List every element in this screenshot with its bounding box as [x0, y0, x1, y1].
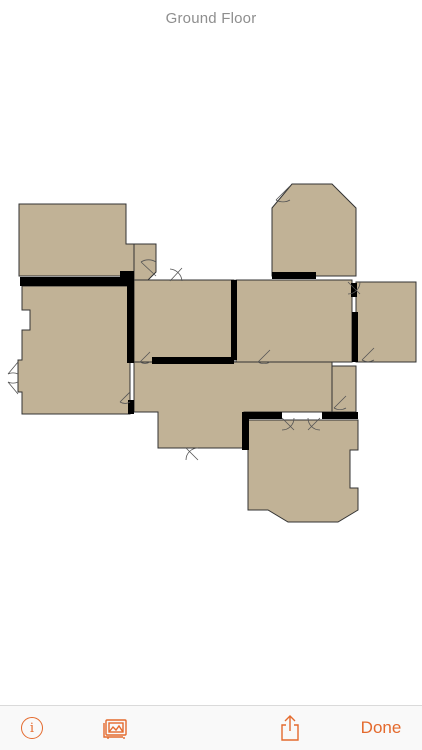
room-left-large[interactable] [17, 285, 131, 415]
room-center-upper[interactable] [133, 279, 235, 363]
room-far-right[interactable] [355, 281, 417, 363]
bottom-toolbar: i Done [0, 705, 422, 750]
gallery-button[interactable] [96, 706, 136, 750]
photo-gallery-icon [103, 719, 127, 739]
info-circle-icon: i [21, 717, 43, 739]
wall-left-horizontal [20, 277, 134, 286]
info-button[interactable]: i [14, 706, 50, 750]
room-octagon-top[interactable] [271, 183, 357, 277]
wall-center-lower [128, 400, 134, 414]
wall-center-split [231, 280, 237, 360]
door-left-outer-bottom[interactable] [7, 381, 19, 395]
room-top-left[interactable] [18, 203, 135, 277]
door-left-outer-top[interactable] [7, 361, 19, 375]
wall-hall-top [152, 357, 234, 364]
wall-bay-top-right [322, 412, 358, 419]
floor-plan[interactable] [0, 0, 422, 700]
share-icon [281, 715, 299, 741]
room-closet-top[interactable] [133, 243, 157, 281]
room-bay-bottom[interactable] [247, 419, 359, 523]
wall-bay-top-left [242, 412, 282, 419]
room-right-upper[interactable] [235, 279, 353, 363]
wall-left-stub [120, 271, 134, 279]
done-button[interactable]: Done [352, 706, 410, 750]
wall-center-vertical [127, 283, 134, 363]
door-hall-bottom[interactable] [185, 447, 199, 461]
wall-octagon-base [272, 272, 316, 279]
door-top-center[interactable] [169, 267, 183, 282]
room-closet-right[interactable] [331, 365, 357, 413]
wall-right-lower [352, 312, 358, 362]
share-button[interactable] [272, 706, 308, 750]
